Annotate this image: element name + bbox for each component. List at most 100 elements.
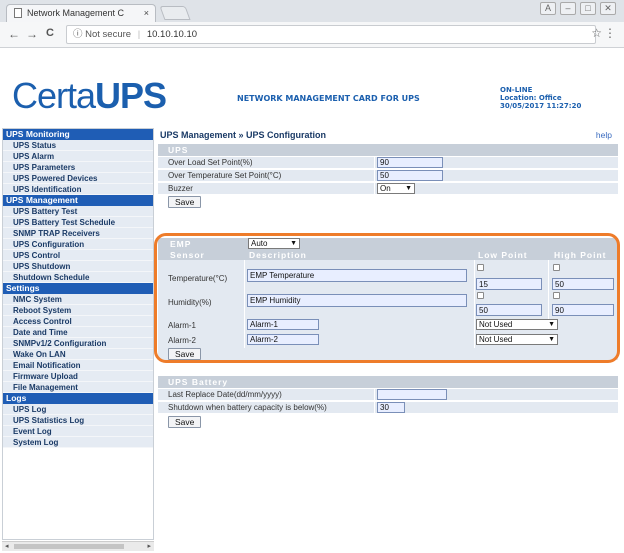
temperature-low-checkbox[interactable] bbox=[477, 264, 484, 271]
shutdown-capacity-input[interactable] bbox=[377, 402, 405, 413]
page-header: CertaUPS NETWORK MANAGEMENT CARD FOR UPS… bbox=[0, 49, 624, 127]
over-load-input[interactable] bbox=[377, 157, 443, 168]
ups-save-button[interactable]: Save bbox=[168, 196, 202, 208]
sidebar-item[interactable]: UPS Status bbox=[3, 140, 153, 151]
ups-status: ON-LINE bbox=[500, 86, 533, 94]
browser-menu-icon[interactable]: ⋮ bbox=[604, 26, 616, 40]
maximize-icon[interactable]: □ bbox=[580, 2, 596, 15]
sidebar-group-header[interactable]: UPS Monitoring bbox=[3, 129, 153, 140]
sidebar-item[interactable]: UPS Battery Test bbox=[3, 206, 153, 217]
ups-location: Location: Office bbox=[500, 94, 562, 102]
sidebar-group-header[interactable]: UPS Management bbox=[3, 195, 153, 206]
col-high-point: High Point bbox=[554, 250, 607, 260]
alarm1-name-input[interactable] bbox=[247, 319, 319, 330]
sidebar-item[interactable]: NMC System bbox=[3, 294, 153, 305]
scroll-right-icon[interactable]: ▸ bbox=[147, 542, 151, 550]
close-tab-icon[interactable]: × bbox=[144, 5, 149, 22]
emp-title: EMP bbox=[170, 239, 192, 249]
sidebar-item[interactable]: SNMP TRAP Receivers bbox=[3, 228, 153, 239]
sidebar-item[interactable]: Reboot System bbox=[3, 305, 153, 316]
sidebar-item[interactable]: Shutdown Schedule bbox=[3, 272, 153, 283]
buzzer-select[interactable]: On ▼ bbox=[377, 183, 415, 194]
new-tab-button[interactable] bbox=[159, 6, 191, 20]
replace-date-input[interactable] bbox=[377, 389, 447, 400]
certaups-logo: CertaUPS bbox=[12, 75, 167, 116]
scroll-thumb[interactable] bbox=[14, 544, 124, 549]
sidebar-nav: UPS Monitoring UPS Status UPS Alarm UPS Par… bbox=[2, 128, 154, 540]
sidebar-group-header[interactable]: Settings bbox=[3, 283, 153, 294]
alarm1-mode-select[interactable]: Not Used ▼ bbox=[476, 319, 558, 330]
chevron-down-icon: ▼ bbox=[548, 336, 555, 343]
humidity-description-input[interactable] bbox=[247, 294, 467, 307]
sidebar-item[interactable]: UPS Shutdown bbox=[3, 261, 153, 272]
sidebar-item[interactable]: UPS Configuration bbox=[3, 239, 153, 250]
battery-save-button[interactable]: Save bbox=[168, 416, 202, 428]
sidebar-item[interactable]: UPS Identification bbox=[3, 184, 153, 195]
user-icon[interactable]: A bbox=[540, 2, 556, 15]
sidebar-item[interactable]: UPS Statistics Log bbox=[3, 415, 153, 426]
emp-save-button[interactable]: Save bbox=[168, 348, 202, 360]
humidity-high-checkbox[interactable] bbox=[553, 292, 560, 299]
sidebar-item[interactable]: Access Control bbox=[3, 316, 153, 327]
alarm2-mode-select[interactable]: Not Used ▼ bbox=[476, 334, 558, 345]
sidebar-item[interactable]: UPS Alarm bbox=[3, 151, 153, 162]
sidebar-item[interactable]: UPS Log bbox=[3, 404, 153, 415]
help-link[interactable]: help bbox=[596, 130, 612, 140]
tab-title: Network Management C bbox=[27, 8, 125, 18]
emp-col-divider bbox=[548, 260, 549, 326]
emp-mode-select[interactable]: Auto ▼ bbox=[248, 238, 300, 249]
chevron-down-icon: ▼ bbox=[290, 240, 297, 247]
address-bar[interactable]: ⓘ Not secure | 10.10.10.10 bbox=[66, 25, 596, 44]
sidebar-item[interactable]: Email Notification bbox=[3, 360, 153, 371]
humidity-high-input[interactable] bbox=[552, 304, 614, 316]
emp-column-header bbox=[158, 249, 618, 260]
sidebar-item[interactable]: File Management bbox=[3, 382, 153, 393]
browser-tabstrip: Network Management C × A – □ ✕ bbox=[0, 0, 624, 22]
emp-col-divider bbox=[474, 260, 475, 348]
sidebar-item[interactable]: Wake On LAN bbox=[3, 349, 153, 360]
sidebar-item[interactable]: Date and Time bbox=[3, 327, 153, 338]
shutdown-capacity-row: Shutdown when battery capacity is below(… bbox=[158, 402, 618, 414]
address-separator: | bbox=[137, 29, 141, 40]
sidebar-item[interactable]: UPS Powered Devices bbox=[3, 173, 153, 184]
page-icon bbox=[14, 8, 22, 18]
sidebar-item[interactable]: Event Log bbox=[3, 426, 153, 437]
humidity-low-input[interactable] bbox=[476, 304, 542, 316]
sidebar-item[interactable]: System Log bbox=[3, 437, 153, 448]
reload-icon[interactable]: C bbox=[46, 27, 54, 39]
bookmark-star-icon[interactable]: ☆ bbox=[591, 26, 602, 40]
temperature-low-input[interactable] bbox=[476, 278, 542, 290]
temperature-high-checkbox[interactable] bbox=[553, 264, 560, 271]
alarm2-name-input[interactable] bbox=[247, 334, 319, 345]
sidebar-item[interactable]: UPS Control bbox=[3, 250, 153, 261]
security-indicator[interactable]: ⓘ Not secure bbox=[73, 29, 131, 40]
replace-date-label: Last Replace Date(dd/mm/yyyy) bbox=[168, 390, 282, 399]
shutdown-capacity-label: Shutdown when battery capacity is below(… bbox=[168, 403, 327, 412]
minimize-icon[interactable]: – bbox=[560, 2, 576, 15]
sidebar-item[interactable]: SNMPv1/2 Configuration bbox=[3, 338, 153, 349]
temperature-high-input[interactable] bbox=[552, 278, 614, 290]
sidebar-item[interactable]: UPS Parameters bbox=[3, 162, 153, 173]
browser-tab[interactable]: Network Management C × bbox=[6, 4, 156, 22]
sidebar-group-header[interactable]: Logs bbox=[3, 393, 153, 404]
sidebar-item[interactable]: UPS Battery Test Schedule bbox=[3, 217, 153, 228]
url-text: 10.10.10.10 bbox=[146, 29, 198, 40]
main-content: UPS Management » UPS Configuration help … bbox=[156, 128, 622, 548]
forward-icon[interactable]: → bbox=[26, 27, 38, 41]
scroll-left-icon[interactable]: ◂ bbox=[5, 542, 9, 550]
sidebar-scrollbar[interactable]: ◂ ▸ bbox=[2, 541, 154, 551]
sidebar-item[interactable]: Firmware Upload bbox=[3, 371, 153, 382]
buzzer-label: Buzzer bbox=[168, 184, 193, 193]
close-window-icon[interactable]: ✕ bbox=[600, 2, 616, 15]
product-title: NETWORK MANAGEMENT CARD FOR UPS bbox=[237, 94, 420, 103]
temperature-description-input[interactable] bbox=[247, 269, 467, 282]
back-icon[interactable]: ← bbox=[8, 27, 20, 41]
window-controls: A – □ ✕ bbox=[540, 2, 616, 16]
over-load-row: Over Load Set Point(%) bbox=[158, 157, 618, 169]
col-low-point: Low Point bbox=[478, 250, 528, 260]
temperature-label: Temperature(°C) bbox=[168, 274, 228, 283]
col-description: Description bbox=[249, 250, 307, 260]
buzzer-row: Buzzer On ▼ bbox=[158, 183, 618, 195]
over-temp-input[interactable] bbox=[377, 170, 443, 181]
humidity-low-checkbox[interactable] bbox=[477, 292, 484, 299]
